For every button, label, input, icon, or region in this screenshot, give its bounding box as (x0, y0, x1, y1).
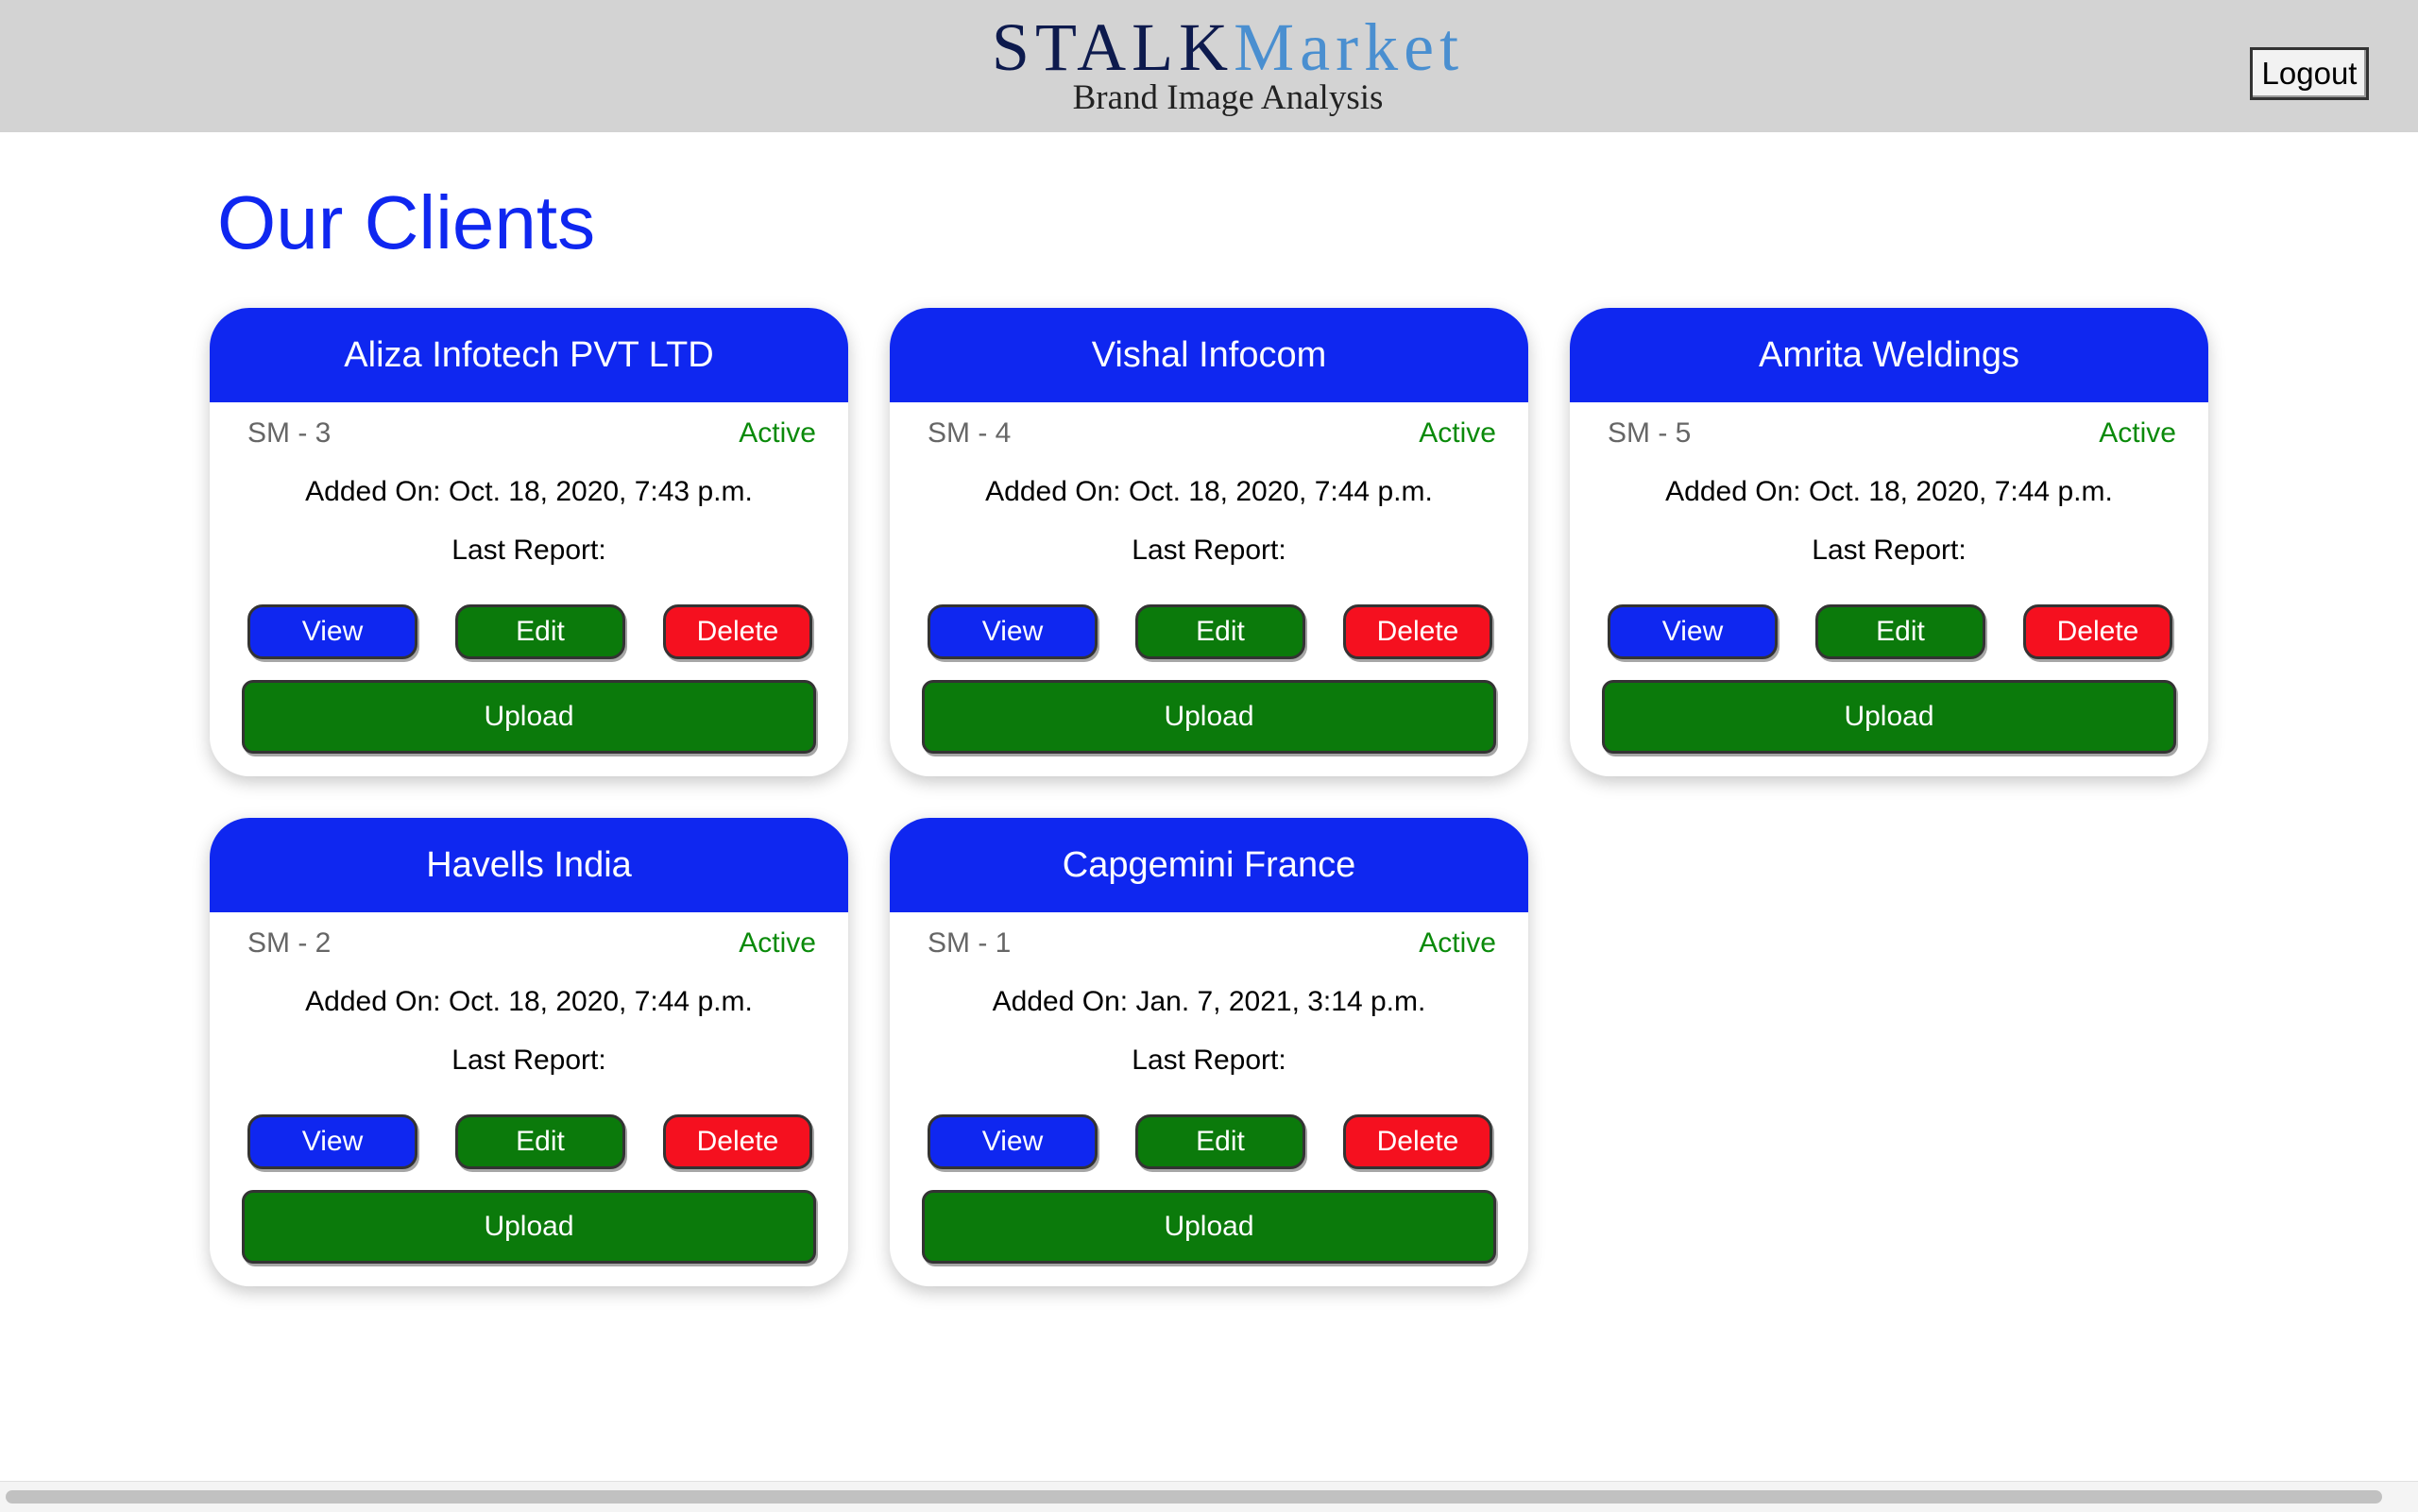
view-button[interactable]: View (928, 604, 1098, 659)
client-name: Capgemini France (890, 818, 1528, 912)
client-status: Active (739, 927, 816, 959)
view-button[interactable]: View (247, 1114, 417, 1169)
client-code: SM - 5 (1608, 417, 1692, 449)
brand-secondary-text: Market (1234, 9, 1465, 85)
client-card: Vishal Infocom SM - 4 Active Added On: O… (890, 308, 1528, 776)
edit-button[interactable]: Edit (455, 604, 625, 659)
client-name: Aliza Infotech PVT LTD (210, 308, 848, 402)
client-meta-row: SM - 5 Active (1608, 415, 2176, 452)
client-added-on: Added On: Jan. 7, 2021, 3:14 p.m. (992, 986, 1426, 1017)
client-status: Active (739, 417, 816, 449)
client-meta-row: SM - 4 Active (928, 415, 1496, 452)
client-added-on: Added On: Oct. 18, 2020, 7:44 p.m. (985, 476, 1433, 507)
view-button[interactable]: View (247, 604, 417, 659)
scrollbar-thumb[interactable] (6, 1490, 2382, 1504)
delete-button[interactable]: Delete (663, 1114, 812, 1169)
client-status: Active (1419, 417, 1496, 449)
delete-button[interactable]: Delete (1343, 604, 1492, 659)
view-button[interactable]: View (1608, 604, 1778, 659)
upload-button[interactable]: Upload (242, 680, 816, 754)
upload-button[interactable]: Upload (922, 1190, 1496, 1264)
brand-tagline: Brand Image Analysis (1072, 78, 1384, 117)
upload-button[interactable]: Upload (922, 680, 1496, 754)
client-code: SM - 3 (247, 417, 332, 449)
client-meta-row: SM - 1 Active (928, 925, 1496, 962)
edit-button[interactable]: Edit (1135, 604, 1305, 659)
logout-button[interactable]: Logout (2250, 47, 2369, 100)
brand-logo[interactable]: STALKMarket Brand Image Analysis (982, 9, 1473, 117)
brand-wordmark: STALKMarket (982, 9, 1473, 85)
delete-button[interactable]: Delete (1343, 1114, 1492, 1169)
client-code: SM - 4 (928, 417, 1012, 449)
page-title: Our Clients (217, 180, 596, 264)
delete-button[interactable]: Delete (663, 604, 812, 659)
delete-button[interactable]: Delete (2023, 604, 2172, 659)
client-last-report: Last Report: (1812, 535, 1967, 566)
horizontal-scrollbar[interactable] (0, 1481, 2418, 1512)
client-last-report: Last Report: (451, 1045, 606, 1076)
brand-primary-text: STALK (991, 9, 1235, 85)
client-last-report: Last Report: (1132, 1045, 1286, 1076)
client-added-on: Added On: Oct. 18, 2020, 7:44 p.m. (305, 986, 753, 1017)
edit-button[interactable]: Edit (455, 1114, 625, 1169)
client-added-on: Added On: Oct. 18, 2020, 7:44 p.m. (1665, 476, 2113, 507)
view-button[interactable]: View (928, 1114, 1098, 1169)
client-code: SM - 1 (928, 927, 1012, 959)
edit-button[interactable]: Edit (1815, 604, 1985, 659)
client-added-on: Added On: Oct. 18, 2020, 7:43 p.m. (305, 476, 753, 507)
client-last-report: Last Report: (451, 535, 606, 566)
client-status: Active (1419, 927, 1496, 959)
client-status: Active (2099, 417, 2176, 449)
client-last-report: Last Report: (1132, 535, 1286, 566)
client-card: Havells India SM - 2 Active Added On: Oc… (210, 818, 848, 1286)
edit-button[interactable]: Edit (1135, 1114, 1305, 1169)
client-card: Amrita Weldings SM - 5 Active Added On: … (1570, 308, 2208, 776)
client-meta-row: SM - 2 Active (247, 925, 816, 962)
client-name: Havells India (210, 818, 848, 912)
upload-button[interactable]: Upload (1602, 680, 2176, 754)
client-meta-row: SM - 3 Active (247, 415, 816, 452)
upload-button[interactable]: Upload (242, 1190, 816, 1264)
client-name: Vishal Infocom (890, 308, 1528, 402)
client-card: Capgemini France SM - 1 Active Added On:… (890, 818, 1528, 1286)
top-header-bar: STALKMarket Brand Image Analysis Logout (0, 0, 2418, 132)
client-card: Aliza Infotech PVT LTD SM - 3 Active Add… (210, 308, 848, 776)
client-code: SM - 2 (247, 927, 332, 959)
client-name: Amrita Weldings (1570, 308, 2208, 402)
